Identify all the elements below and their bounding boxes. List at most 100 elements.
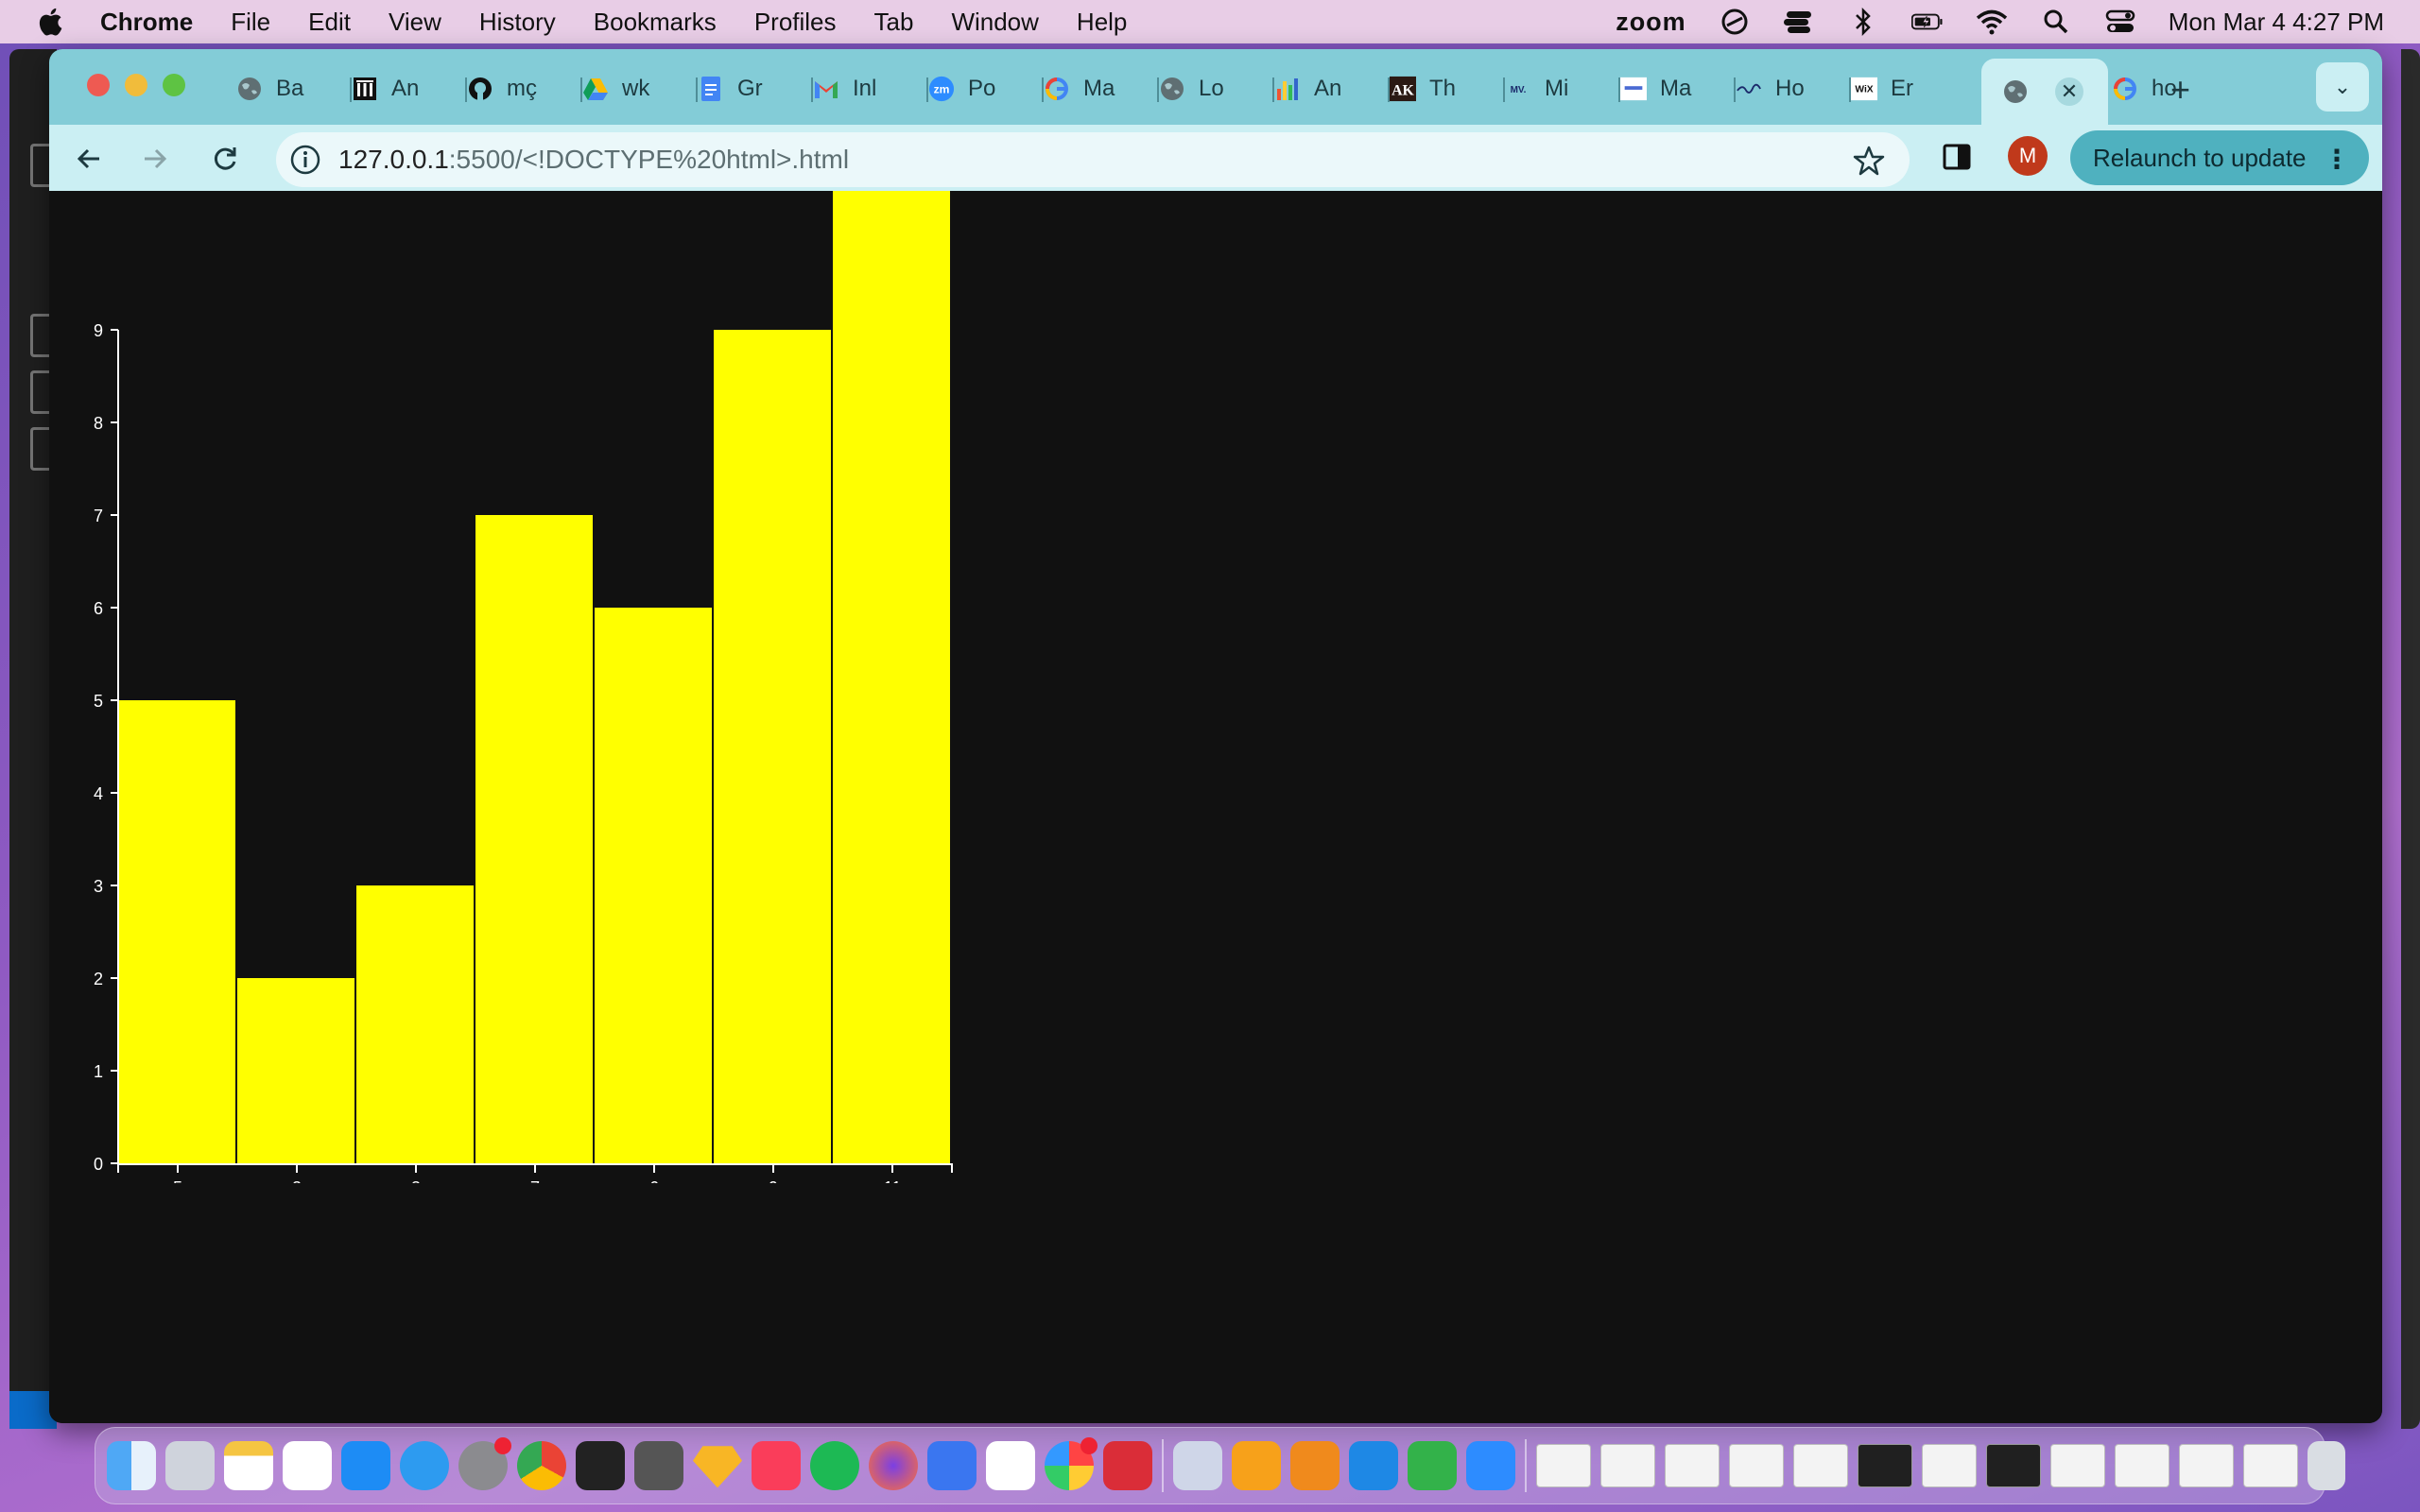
finder-icon[interactable] <box>107 1441 156 1490</box>
clock[interactable]: Mon Mar 4 4:27 PM <box>2169 8 2384 37</box>
firefox-icon[interactable] <box>869 1441 918 1490</box>
music-icon[interactable] <box>752 1441 801 1490</box>
recent-file-thumbnail[interactable] <box>2179 1444 2234 1487</box>
reload-icon[interactable] <box>206 140 244 178</box>
tab-lo[interactable]: Lo <box>1159 66 1274 112</box>
slack-icon[interactable] <box>986 1441 1035 1490</box>
tab-gr[interactable]: Gr <box>698 66 813 112</box>
photos-icon[interactable] <box>1045 1437 1098 1490</box>
relaunch-update-button[interactable]: Relaunch to update ⋮ <box>2070 130 2369 185</box>
expressvpn-icon[interactable] <box>1103 1441 1152 1490</box>
menu-tab[interactable]: Tab <box>874 8 914 37</box>
zoom-app-icon[interactable] <box>1466 1441 1515 1490</box>
tab-mi[interactable]: MV. Mi <box>1505 66 1620 112</box>
drive-icon <box>582 76 609 102</box>
settings-icon[interactable] <box>458 1437 511 1490</box>
appstore-icon[interactable] <box>341 1441 390 1490</box>
profile-avatar[interactable]: M <box>2008 136 2048 176</box>
address-bar[interactable]: 127.0.0.1:5500/<!DOCTYPE%20html>.html <box>276 132 1910 187</box>
tab-ba[interactable]: Ba <box>236 66 352 112</box>
recent-file-thumbnail[interactable] <box>2243 1444 2298 1487</box>
more-menu-icon[interactable]: ⋮ <box>2324 144 2350 175</box>
terminal-icon[interactable] <box>576 1441 625 1490</box>
sketch-icon[interactable] <box>693 1446 742 1488</box>
chart-bar <box>475 515 593 1163</box>
menu-app-name[interactable]: Chrome <box>100 8 193 37</box>
ak-icon: AK <box>1390 76 1416 102</box>
tab-active[interactable]: ✕ <box>1981 59 2108 125</box>
close-tab-icon[interactable]: ✕ <box>2055 77 2083 106</box>
mv-icon: MV. <box>1505 76 1531 102</box>
zoom-window-button[interactable] <box>163 74 185 96</box>
expressvpn-status-icon[interactable] <box>1783 6 1815 38</box>
tab-label: An <box>391 76 420 101</box>
menu-window[interactable]: Window <box>951 8 1038 37</box>
recent-file-thumbnail[interactable] <box>2050 1444 2105 1487</box>
tab-an-2[interactable]: An <box>1274 66 1390 112</box>
safari-icon[interactable] <box>400 1441 449 1490</box>
tab-ho-2[interactable]: ho <box>2112 66 2206 112</box>
wifi-icon[interactable] <box>1976 6 2008 38</box>
tab-ma-2[interactable]: Ma <box>1620 66 1736 112</box>
tab-search-chevron-icon[interactable]: ⌄ <box>2316 62 2369 112</box>
menu-edit[interactable]: Edit <box>308 8 351 37</box>
tab-mg[interactable]: mç <box>467 66 582 112</box>
minimize-window-button[interactable] <box>125 74 147 96</box>
tab-po[interactable]: zm Po <box>928 66 1044 112</box>
tab-an[interactable]: An <box>352 66 467 112</box>
site-info-icon[interactable] <box>289 144 321 176</box>
zoom-status-item[interactable]: zoom <box>1616 8 1686 37</box>
numbers-icon[interactable] <box>1408 1441 1457 1490</box>
menu-file[interactable]: File <box>231 8 270 37</box>
recent-file-thumbnail[interactable] <box>1793 1444 1848 1487</box>
focus-icon[interactable] <box>1719 6 1751 38</box>
signal-icon[interactable] <box>927 1441 977 1490</box>
reminders-icon[interactable] <box>283 1441 332 1490</box>
recent-file-thumbnail[interactable] <box>1986 1444 2041 1487</box>
battery-icon[interactable] <box>1910 6 1944 38</box>
recent-file-thumbnail[interactable] <box>1665 1444 1720 1487</box>
back-arrow-icon[interactable] <box>70 140 108 178</box>
search-icon[interactable] <box>2040 6 2072 38</box>
tab-inbox[interactable]: Inl <box>813 66 928 112</box>
recent-file-thumbnail[interactable] <box>1600 1444 1655 1487</box>
bookmark-star-icon[interactable] <box>1853 145 1885 177</box>
close-window-button[interactable] <box>87 74 110 96</box>
menu-view[interactable]: View <box>389 8 441 37</box>
menu-profiles[interactable]: Profiles <box>754 8 837 37</box>
tab-strip: Ba An mç wk Gr Inl zm Po Ma Lo An AK Th … <box>49 49 2382 125</box>
recent-file-thumbnail[interactable] <box>1536 1444 1591 1487</box>
tab-er[interactable]: WiX Er <box>1851 66 1966 112</box>
recent-file-thumbnail[interactable] <box>1729 1444 1784 1487</box>
zoom-icon: zm <box>928 76 955 102</box>
page-icon <box>1620 76 1647 102</box>
bluetooth-icon[interactable] <box>1847 6 1879 38</box>
launchpad-icon[interactable] <box>165 1441 215 1490</box>
menu-history[interactable]: History <box>479 8 556 37</box>
spotify-icon[interactable] <box>810 1441 859 1490</box>
new-tab-plus-icon[interactable]: + <box>2170 70 2190 110</box>
side-panel-icon[interactable] <box>1942 142 1972 172</box>
trash-icon[interactable] <box>2308 1441 2345 1490</box>
books-icon[interactable] <box>1290 1441 1340 1490</box>
tab-th[interactable]: AK Th <box>1390 66 1505 112</box>
tab-ma[interactable]: Ma <box>1044 66 1159 112</box>
recent-file-thumbnail[interactable] <box>1858 1444 1912 1487</box>
notes-icon[interactable] <box>224 1441 273 1490</box>
tab-label: Lo <box>1199 76 1224 101</box>
forward-arrow-icon[interactable] <box>136 140 174 178</box>
dock <box>95 1427 2345 1504</box>
control-center-icon[interactable] <box>2104 6 2136 38</box>
pages-icon[interactable] <box>1232 1441 1281 1490</box>
recent-file-thumbnail[interactable] <box>1922 1444 1977 1487</box>
vscode-icon[interactable] <box>1349 1441 1398 1490</box>
menu-help[interactable]: Help <box>1077 8 1127 37</box>
tab-ho[interactable]: Ho <box>1736 66 1851 112</box>
preview-icon[interactable] <box>1173 1441 1222 1490</box>
menu-bookmarks[interactable]: Bookmarks <box>594 8 717 37</box>
tab-wk[interactable]: wk <box>582 66 698 112</box>
chrome-icon[interactable] <box>517 1441 566 1490</box>
apple-icon[interactable] <box>36 6 68 38</box>
sublime-icon[interactable] <box>634 1441 683 1490</box>
recent-file-thumbnail[interactable] <box>2115 1444 2169 1487</box>
